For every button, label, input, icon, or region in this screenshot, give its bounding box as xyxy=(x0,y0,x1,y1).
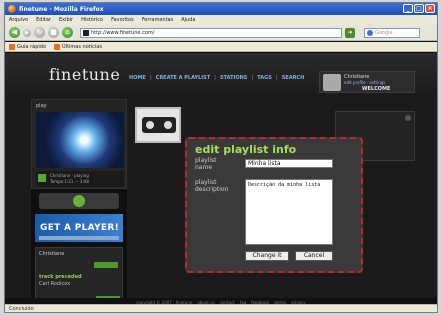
player-panel: play Christiane · playing Tempo 1:21 — 3… xyxy=(31,99,127,189)
now-playing-widget: Christiane track preceded Carl Rodicox xyxy=(35,247,123,305)
rss-icon xyxy=(54,43,61,50)
maximize-icon[interactable]: □ xyxy=(414,4,424,13)
stop-icon[interactable]: ■ xyxy=(48,27,59,38)
edit-playlist-dialog: edit playlist info playlist name Minha l… xyxy=(185,137,363,273)
nav-tags[interactable]: TAGS xyxy=(257,75,272,81)
forward-icon[interactable]: ▶ xyxy=(23,28,31,37)
nav-create-playlist[interactable]: CREATE A PLAYLIST xyxy=(156,75,211,81)
playlist-description-textarea[interactable]: Descrição da minha lista xyxy=(245,179,333,245)
dialog-title: edit playlist info xyxy=(195,143,297,156)
nav-separator: | xyxy=(275,75,278,81)
menu-item-file[interactable]: Arquivo xyxy=(9,17,28,23)
track-title[interactable]: track preceded xyxy=(39,274,82,280)
menu-item-tools[interactable]: Ferramentas xyxy=(142,17,174,23)
address-bar[interactable]: http://www.finetune.com/ xyxy=(80,27,342,38)
playlist-description-label: playlist description xyxy=(195,179,229,193)
widget-button[interactable] xyxy=(94,262,118,268)
bookmark-latest-news[interactable]: Últimas notícias xyxy=(54,43,102,50)
bookmark-quick-guide[interactable]: Guia rápido xyxy=(9,43,47,50)
player-info-line2: Tempo 1:21 — 3:48 xyxy=(50,179,89,184)
web-page: finetune HOME | CREATE A PLAYLIST | STATIO… xyxy=(5,53,437,306)
address-url: http://www.finetune.com/ xyxy=(91,29,155,36)
window-title: finetune - Mozilla Firefox xyxy=(19,5,104,13)
close-icon[interactable]: × xyxy=(425,4,435,13)
cassette-window xyxy=(142,117,176,133)
cassette-icon xyxy=(135,107,181,143)
menu-item-help[interactable]: Ajuda xyxy=(181,17,195,23)
bookmark-icon xyxy=(9,43,15,50)
title-bar: finetune - Mozilla Firefox _ □ × xyxy=(5,3,437,15)
status-bar: Concluído xyxy=(5,304,437,312)
widget-title: Christiane xyxy=(39,251,65,257)
get-player-banner[interactable]: GET A PLAYER! xyxy=(35,214,123,242)
site-logo[interactable]: finetune xyxy=(49,65,120,84)
search-input[interactable]: Google xyxy=(364,27,420,38)
player-controls: Christiane · playing Tempo 1:21 — 3:48 xyxy=(36,171,124,187)
bookmarks-toolbar: Guia rápido Últimas notícias xyxy=(5,42,437,52)
menu-bar: Arquivo Editar Exibir Histórico Favorito… xyxy=(5,15,437,25)
banner-strip xyxy=(39,236,119,240)
site-favicon-icon xyxy=(83,29,89,36)
back-icon[interactable]: ◀ xyxy=(9,27,20,38)
cancel-button[interactable]: Cancel xyxy=(295,251,333,261)
menu-item-view[interactable]: Exibir xyxy=(59,17,73,23)
player-info-line1: Christiane · playing xyxy=(50,173,89,178)
site-header: finetune HOME | CREATE A PLAYLIST | STATIO… xyxy=(5,53,437,95)
close-panel-icon[interactable] xyxy=(405,115,411,121)
firefox-logo-icon xyxy=(8,5,16,13)
nav-separator: | xyxy=(149,75,152,81)
nav-stations[interactable]: STATIONS xyxy=(220,75,247,81)
navigation-toolbar: ◀ ▶ ↻ ■ ⌂ http://www.finetune.com/ ➜ Goo… xyxy=(5,25,437,41)
launch-player-button[interactable] xyxy=(39,193,119,209)
search-placeholder: Google xyxy=(375,29,393,36)
playlist-name-input[interactable]: Minha lista xyxy=(245,159,333,168)
play-icon xyxy=(73,195,85,207)
menu-item-bookmarks[interactable]: Favoritos xyxy=(111,17,134,23)
site-nav: HOME | CREATE A PLAYLIST | STATIONS | TAGS |… xyxy=(129,75,304,81)
user-links[interactable]: edit profile · settings xyxy=(344,80,385,85)
left-column: play Christiane · playing Tempo 1:21 — 3… xyxy=(31,99,127,306)
player-label: play xyxy=(36,103,47,109)
get-player-text: GET A PLAYER! xyxy=(40,223,119,233)
google-icon xyxy=(367,29,373,36)
nav-separator: | xyxy=(214,75,216,81)
menu-item-history[interactable]: Histórico xyxy=(81,17,103,23)
bookmark-label: Últimas notícias xyxy=(62,43,102,50)
window-controls: _ □ × xyxy=(403,4,435,13)
change-it-button[interactable]: Change it xyxy=(245,251,289,261)
avatar[interactable] xyxy=(323,74,341,91)
nav-home[interactable]: HOME xyxy=(129,75,146,81)
reload-icon[interactable]: ↻ xyxy=(34,27,45,38)
minimize-icon[interactable]: _ xyxy=(403,4,413,13)
nav-separator: | xyxy=(251,75,254,81)
go-icon[interactable]: ➜ xyxy=(345,27,355,38)
play-status-icon[interactable] xyxy=(38,174,46,182)
user-box: Christiane edit profile · settings WELCO… xyxy=(319,71,415,93)
nav-search[interactable]: SEARCH xyxy=(282,75,305,81)
menu-item-edit[interactable]: Editar xyxy=(36,17,51,23)
welcome-label: WELCOME xyxy=(362,86,391,92)
playlist-name-label: playlist name xyxy=(195,157,217,171)
track-artist: Carl Rodicox xyxy=(39,281,71,287)
album-art xyxy=(36,112,124,168)
browser-window: finetune - Mozilla Firefox _ □ × Arquivo… xyxy=(4,2,438,313)
home-icon[interactable]: ⌂ xyxy=(62,27,73,38)
bookmark-label: Guia rápido xyxy=(17,43,47,50)
